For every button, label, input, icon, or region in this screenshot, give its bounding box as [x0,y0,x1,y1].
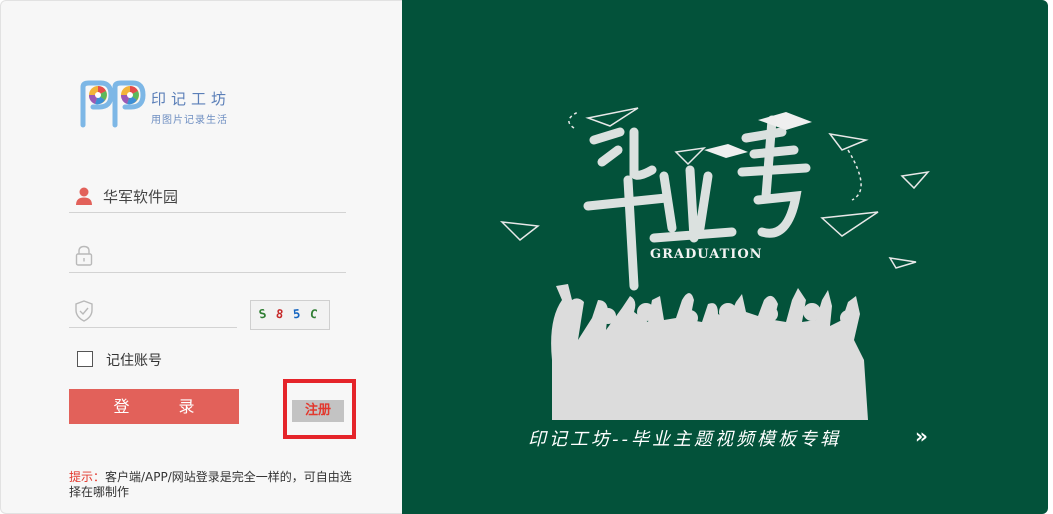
hint-text: 客户端/APP/网站登录是完全一样的，可自由选择在哪制作 [69,470,352,499]
captcha-char: S [257,306,268,322]
register-button[interactable]: 注册 [292,400,344,422]
captcha-image[interactable]: S 8 5 C [250,300,330,330]
banner-caption: 印记工坊--毕业主题视频模板专辑 [528,429,841,450]
captcha-char: C [308,306,319,322]
user-icon [76,187,92,205]
username-value: 华军软件园 [103,188,179,206]
logo-mark-icon [80,80,146,128]
captcha-field[interactable] [69,297,237,328]
username-field[interactable]: 华军软件园 [69,182,346,213]
logo: 印记工坊 用图片记录生活 [77,79,247,129]
double-chevron-right-icon[interactable]: » [915,424,928,448]
login-hint: 提示：客户端/APP/网站登录是完全一样的，可自由选择在哪制作 [69,470,359,500]
login-button[interactable]: 登 录 [69,389,239,424]
paper-plane-icon [499,107,930,269]
logo-subtitle: 用图片记录生活 [151,115,228,126]
crowd-silhouette [551,284,868,420]
graduation-banner[interactable]: GRADUATION 印记工坊--毕业主题视频模板专辑 » [402,0,1048,514]
graduation-word: GRADUATION [650,247,763,262]
lock-icon [75,245,93,266]
shield-icon [75,300,93,322]
login-panel: 印记工坊 用图片记录生活 华军软件园 S 8 5 C 记住账号 登 录 注册 提… [0,0,402,514]
password-field[interactable] [69,242,346,273]
password-input[interactable] [103,244,337,270]
logo-title: 印记工坊 [151,90,232,108]
captcha-char: 8 [275,306,285,322]
captcha-char: 5 [292,306,301,322]
remember-checkbox[interactable] [77,351,93,367]
remember-label: 记住账号 [106,353,162,369]
hint-label: 提示： [69,470,106,484]
captcha-input[interactable] [103,299,232,325]
